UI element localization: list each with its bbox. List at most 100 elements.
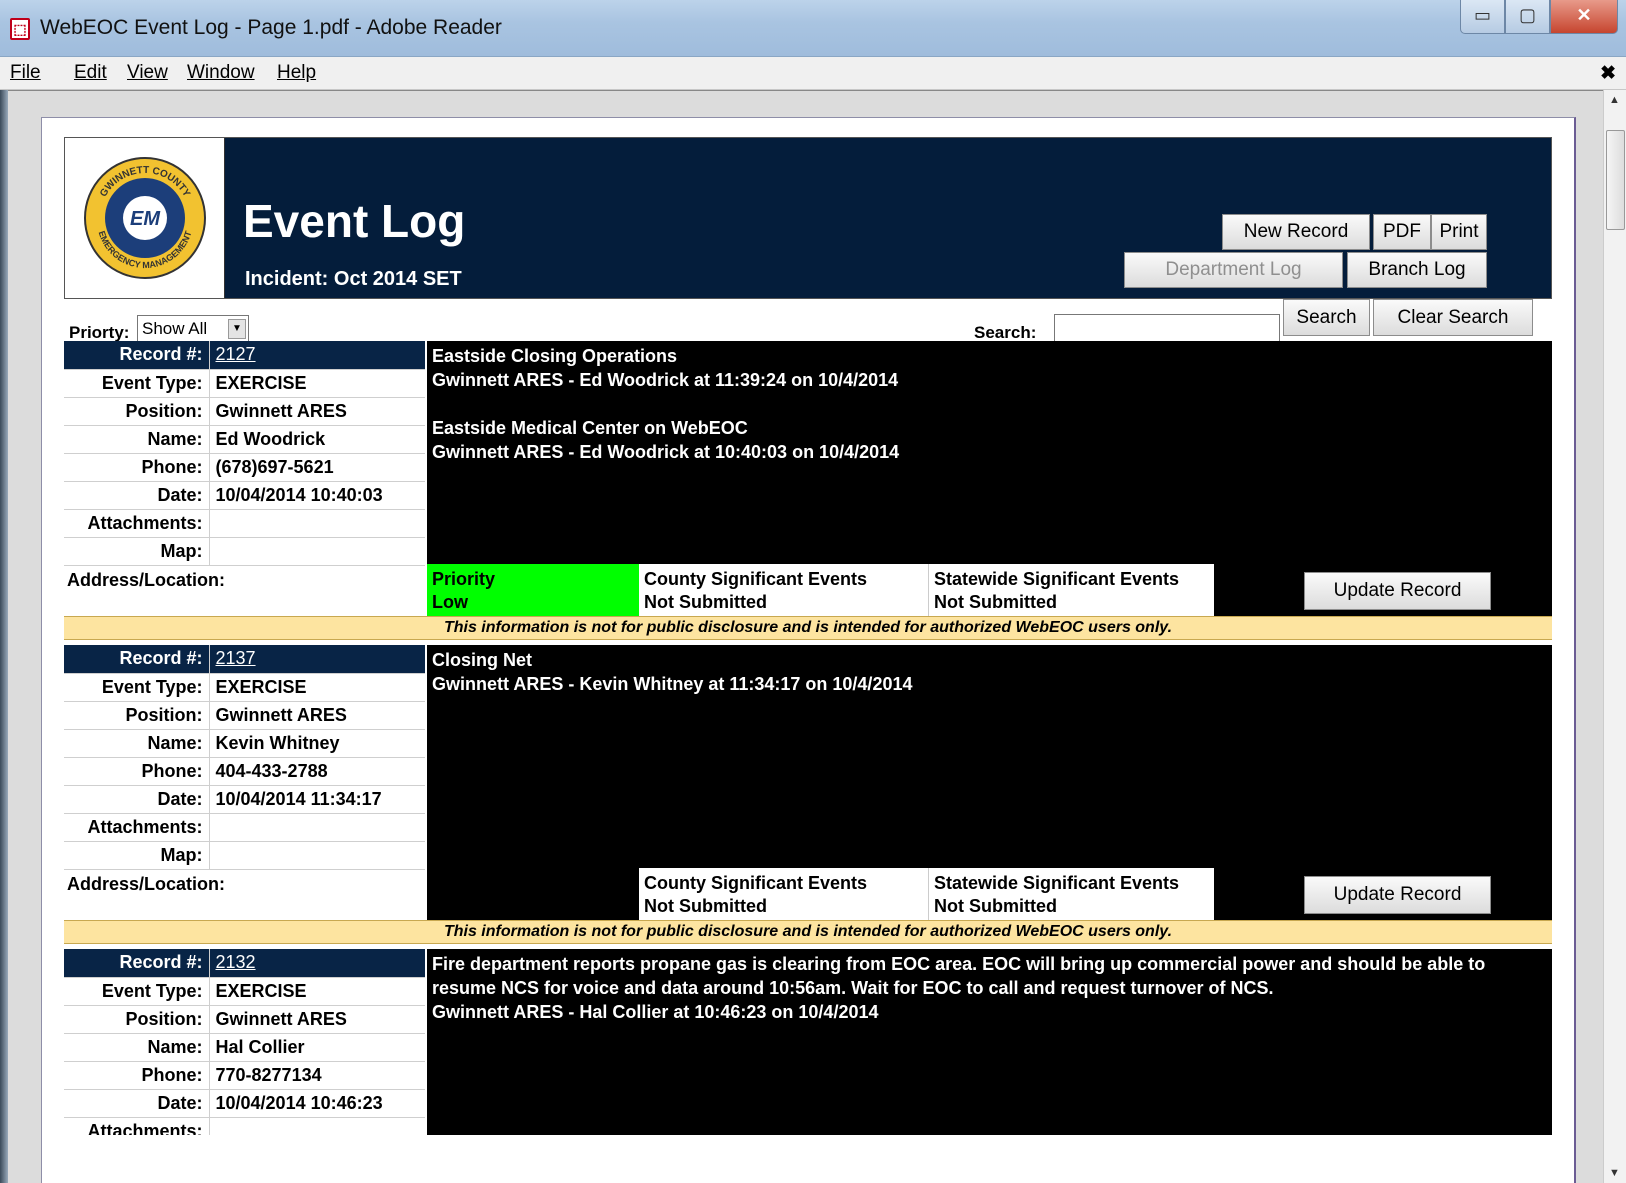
name-value: Hal Collier xyxy=(209,1033,425,1062)
window-controls: ▭ ▢ ✕ xyxy=(1460,0,1618,34)
map-value xyxy=(209,537,425,566)
update-record-button[interactable]: Update Record xyxy=(1304,876,1491,914)
date-label: Date: xyxy=(64,481,210,510)
event-type-label: Event Type: xyxy=(64,977,210,1006)
attachments-label: Attachments: xyxy=(64,1117,210,1135)
map-label: Map: xyxy=(64,841,210,870)
attachments-value xyxy=(209,813,425,842)
address-label: Address/Location: xyxy=(67,570,226,590)
attachments-value xyxy=(209,1117,425,1135)
county-significant-status: Not Submitted xyxy=(644,896,767,916)
department-log-button[interactable]: Department Log xyxy=(1124,252,1343,288)
clear-search-button[interactable]: Clear Search xyxy=(1373,299,1533,336)
attachments-value xyxy=(209,509,425,538)
event-type-value: EXERCISE xyxy=(209,673,425,702)
record-number-label: Record #: xyxy=(64,341,210,370)
name-value: Ed Woodrick xyxy=(209,425,425,454)
record-details-table: Record #: 2137 Event Type: EXERCISE Positi… xyxy=(64,645,425,870)
scroll-up-icon[interactable]: ▲ xyxy=(1609,94,1620,106)
search-button[interactable]: Search xyxy=(1283,299,1370,336)
position-label: Position: xyxy=(64,397,210,426)
county-significant-label: County Significant Events xyxy=(644,873,868,893)
disclaimer-banner: This information is not for public discl… xyxy=(64,616,1552,640)
date-label: Date: xyxy=(64,785,210,814)
close-document-icon[interactable]: ✖ xyxy=(1600,62,1616,85)
position-label: Position: xyxy=(64,1005,210,1034)
adobe-reader-icon: ⬚ xyxy=(10,18,30,40)
left-window-edge xyxy=(0,90,8,1183)
attachments-label: Attachments: xyxy=(64,813,210,842)
vertical-scrollbar[interactable]: ▲ ▼ xyxy=(1603,90,1626,1183)
scroll-down-icon[interactable]: ▼ xyxy=(1609,1167,1620,1179)
pdf-button[interactable]: PDF xyxy=(1373,214,1431,250)
priority-heading: Priority xyxy=(432,569,496,589)
log-entry: Closing Net Gwinnett ARES - Kevin Whitne… xyxy=(432,648,1547,696)
position-label: Position: xyxy=(64,701,210,730)
record-number-link[interactable]: 2137 xyxy=(209,645,425,674)
page-title: Event Log xyxy=(243,195,466,247)
priority-value: Low xyxy=(432,592,468,612)
minimize-button[interactable]: ▭ xyxy=(1460,0,1505,34)
statewide-significant-cell: Statewide Significant Events Not Submitt… xyxy=(929,868,1214,920)
event-log-header: EM GWINNETT COUNTY EMERGENCY MANAGEMENT … xyxy=(64,137,1552,299)
branch-log-button[interactable]: Branch Log xyxy=(1347,252,1487,288)
record-description: Fire department reports propane gas is c… xyxy=(427,949,1552,1135)
log-entry-meta: Gwinnett ARES - Kevin Whitney at 11:34:1… xyxy=(432,674,913,694)
maximize-button[interactable]: ▢ xyxy=(1505,0,1550,34)
new-record-button[interactable]: New Record xyxy=(1222,214,1370,250)
attachments-label: Attachments: xyxy=(64,509,210,538)
phone-value: 770-8277134 xyxy=(209,1061,425,1090)
record-number-link[interactable]: 2132 xyxy=(209,949,425,978)
chevron-down-icon[interactable]: ▼ xyxy=(228,319,246,339)
menu-view[interactable]: View xyxy=(127,62,168,84)
search-input[interactable] xyxy=(1054,314,1280,344)
event-type-label: Event Type: xyxy=(64,673,210,702)
county-significant-status: Not Submitted xyxy=(644,592,767,612)
priority-filter-label: Priorty: xyxy=(69,323,130,342)
record-description: Closing Net Gwinnett ARES - Kevin Whitne… xyxy=(427,645,1552,868)
statewide-significant-label: Statewide Significant Events xyxy=(934,873,1180,893)
position-value: Gwinnett ARES xyxy=(209,397,425,426)
statewide-significant-label: Statewide Significant Events xyxy=(934,569,1180,589)
phone-value: 404-433-2788 xyxy=(209,757,425,786)
event-record: Record #: 2137 Event Type: EXERCISE Positi… xyxy=(64,645,1552,945)
county-significant-label: County Significant Events xyxy=(644,569,868,589)
menu-window[interactable]: Window xyxy=(187,62,255,84)
record-number-label: Record #: xyxy=(64,645,210,674)
print-button[interactable]: Print xyxy=(1431,214,1487,250)
date-label: Date: xyxy=(64,1089,210,1118)
log-entry: Fire department reports propane gas is c… xyxy=(432,952,1547,1024)
update-record-button[interactable]: Update Record xyxy=(1304,572,1491,610)
menu-edit[interactable]: Edit xyxy=(74,62,107,84)
close-window-button[interactable]: ✕ xyxy=(1550,0,1618,34)
menu-file[interactable]: File xyxy=(10,62,41,84)
name-label: Name: xyxy=(64,425,210,454)
event-type-value: EXERCISE xyxy=(209,369,425,398)
record-status-row: Address/Location: County Significant Eve… xyxy=(64,868,1552,920)
name-label: Name: xyxy=(64,729,210,758)
log-entry-text: Closing Net xyxy=(432,650,533,670)
record-number-link[interactable]: 2127 xyxy=(209,341,425,370)
log-entry: Eastside Closing Operations Gwinnett ARE… xyxy=(432,344,1547,392)
record-status-row: Address/Location: Priority Low County Si… xyxy=(64,564,1552,616)
search-label: Search: xyxy=(974,323,1037,342)
log-entry-meta: Gwinnett ARES - Hal Collier at 10:46:23 … xyxy=(432,1002,879,1022)
county-significant-cell: County Significant Events Not Submitted xyxy=(639,868,929,920)
priority-cell: Priority Low xyxy=(427,564,639,616)
statewide-significant-status: Not Submitted xyxy=(934,896,1057,916)
gwinnett-em-logo: EM GWINNETT COUNTY EMERGENCY MANAGEMENT xyxy=(65,138,225,298)
scroll-thumb[interactable] xyxy=(1606,130,1625,230)
priority-cell xyxy=(427,868,639,920)
log-entry: Eastside Medical Center on WebEOC Gwinne… xyxy=(432,416,1547,464)
priority-select[interactable]: Show All ▼ xyxy=(137,315,249,343)
log-entry-text: Fire department reports propane gas is c… xyxy=(432,954,1486,998)
name-value: Kevin Whitney xyxy=(209,729,425,758)
log-entry-meta: Gwinnett ARES - Ed Woodrick at 10:40:03 … xyxy=(432,442,900,462)
phone-label: Phone: xyxy=(64,453,210,482)
menu-help[interactable]: Help xyxy=(277,62,316,84)
map-label: Map: xyxy=(64,537,210,566)
incident-label: Incident: Oct 2014 SET xyxy=(245,268,462,290)
log-entry-text: Eastside Medical Center on WebEOC xyxy=(432,418,748,438)
phone-label: Phone: xyxy=(64,1061,210,1090)
window-title: WebEOC Event Log - Page 1.pdf - Adobe Re… xyxy=(40,16,502,39)
